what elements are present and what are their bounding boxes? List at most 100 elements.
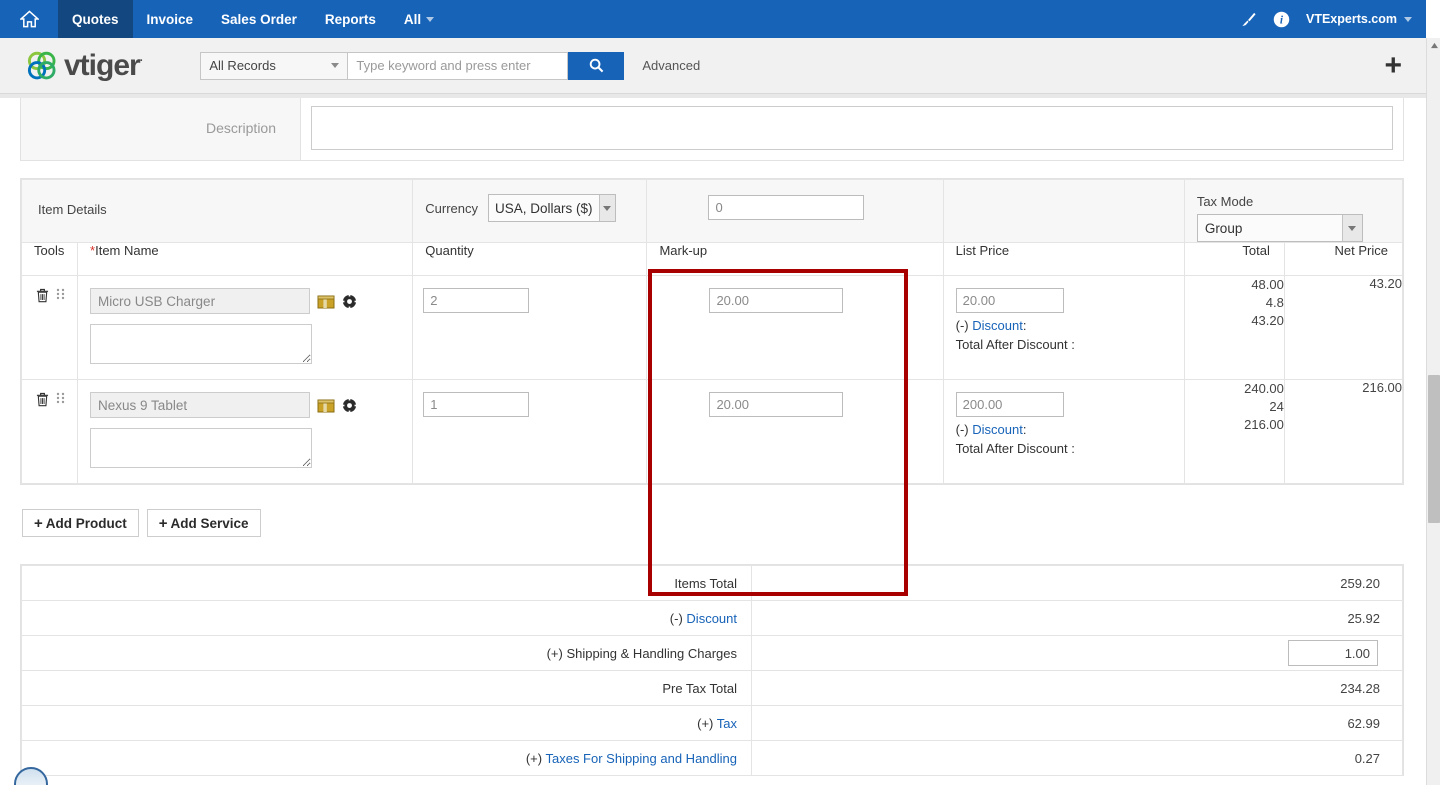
add-line-item-buttons: +Add Product +Add Service (22, 509, 261, 537)
summary-label-cell: (+) Tax (22, 706, 752, 741)
plus-icon: + (34, 515, 43, 532)
discount-sign: (-) (956, 318, 969, 333)
quantity-input[interactable] (423, 392, 529, 417)
currency-cell: Currency USA, Dollars ($) (413, 180, 647, 243)
row-total-cell: 48.00 4.8 43.20 (1184, 276, 1284, 380)
vtiger-logo[interactable]: vtiger· (26, 51, 142, 81)
trash-icon[interactable] (36, 392, 49, 410)
scroll-up-arrow-icon[interactable] (1427, 38, 1440, 52)
discount-link[interactable]: Discount (686, 611, 737, 626)
description-label: Description (21, 96, 301, 160)
row-discount-line: (-) Discount: (956, 318, 1184, 333)
top-navigation-bar: Quotes Invoice Sales Order Reports All i… (0, 0, 1426, 38)
shipping-handling-input[interactable] (1288, 640, 1378, 666)
search-button[interactable] (568, 52, 624, 80)
row-list-price-cell: (-) Discount: Total After Discount : (943, 380, 1184, 484)
summary-row-pre-tax-total: Pre Tax Total 234.28 (22, 671, 1403, 706)
nav-label: Reports (325, 12, 376, 27)
package-icon[interactable] (317, 292, 335, 310)
column-header-net-price: Net Price (1284, 243, 1402, 276)
info-icon[interactable]: i (1273, 11, 1290, 28)
item-comment-textarea[interactable] (90, 324, 312, 364)
row-total-after-discount-value: 216.00 (1185, 416, 1284, 434)
row-total-cell: 240.00 24 216.00 (1184, 380, 1284, 484)
app-header: vtiger· All Records Advanced + (0, 38, 1426, 94)
list-price-input[interactable] (956, 392, 1064, 417)
main-content: Description Details Description Item Det… (0, 94, 1426, 785)
discount-link[interactable]: Discount (972, 318, 1023, 333)
search-input[interactable] (348, 52, 568, 80)
item-comment-textarea[interactable] (90, 428, 312, 468)
column-header-total: Total (1184, 243, 1284, 276)
summary-value: 62.99 (752, 706, 1403, 741)
list-price-input[interactable] (956, 288, 1064, 313)
logo-tm: · (140, 55, 143, 67)
nav-item-quotes[interactable]: Quotes (58, 0, 133, 38)
nav-label: All (404, 12, 421, 27)
drag-handle-icon[interactable] (56, 392, 66, 407)
tax-mode-select[interactable]: Group (1197, 214, 1363, 242)
description-field-cell (301, 96, 1403, 160)
item-name-input[interactable] (90, 288, 310, 314)
nav-item-invoice[interactable]: Invoice (133, 0, 208, 38)
row-tools-cell (22, 380, 78, 484)
add-service-button[interactable]: +Add Service (147, 509, 261, 537)
currency-value: USA, Dollars ($) (489, 201, 599, 216)
search-scope-select[interactable]: All Records (200, 52, 348, 80)
page-scrollbar[interactable] (1426, 38, 1440, 785)
row-quantity-cell (413, 276, 647, 380)
bulk-markup-input[interactable] (708, 195, 864, 220)
add-record-button[interactable]: + (1384, 51, 1402, 81)
row-markup-cell (647, 380, 943, 484)
chevron-down-icon (1342, 215, 1362, 241)
item-details-table: Item Details Currency USA, Dollars ($) (20, 178, 1404, 485)
nav-item-sales-order[interactable]: Sales Order (207, 0, 311, 38)
user-menu[interactable]: VTExperts.com (1306, 12, 1412, 26)
row-net-price-cell: 43.20 (1284, 276, 1402, 380)
summary-value: 259.20 (752, 566, 1403, 601)
nav-label: Sales Order (221, 12, 297, 27)
shipping-taxes-link[interactable]: Taxes For Shipping and Handling (545, 751, 737, 766)
quantity-input[interactable] (423, 288, 529, 313)
nav-label: Quotes (72, 12, 119, 27)
add-product-button[interactable]: +Add Product (22, 509, 139, 537)
column-header-item-name: *Item Name (78, 243, 413, 276)
discount-colon: : (1023, 318, 1027, 333)
gear-icon[interactable] (342, 294, 357, 309)
summary-label-cell: (-) Discount (22, 601, 752, 636)
chevron-down-icon (426, 17, 434, 22)
column-header-quantity: Quantity (413, 243, 647, 276)
row-item-name-cell (78, 276, 413, 380)
home-icon[interactable] (0, 0, 58, 38)
paintbrush-icon[interactable] (1240, 11, 1257, 28)
item-details-toolbar-row: Item Details Currency USA, Dollars ($) (22, 180, 1403, 243)
summary-label-cell: (+) Shipping & Handling Charges (22, 636, 752, 671)
discount-link[interactable]: Discount (972, 422, 1023, 437)
summary-prefix: (+) (526, 751, 542, 766)
description-block: Description (20, 95, 1404, 161)
summary-label: Pre Tax Total (22, 671, 752, 706)
package-icon[interactable] (317, 396, 335, 414)
bulk-markup-cell (647, 180, 943, 243)
user-name: VTExperts.com (1306, 12, 1397, 26)
scrollbar-thumb[interactable] (1428, 375, 1440, 523)
nav-item-all[interactable]: All (390, 0, 448, 38)
item-name-input[interactable] (90, 392, 310, 418)
tax-link[interactable]: Tax (717, 716, 737, 731)
item-details-label: Item Details (22, 180, 413, 243)
markup-input[interactable] (709, 392, 843, 417)
nav-item-reports[interactable]: Reports (311, 0, 390, 38)
gear-icon[interactable] (342, 398, 357, 413)
drag-handle-icon[interactable] (56, 288, 66, 303)
markup-input[interactable] (709, 288, 843, 313)
summary-row-tax: (+) Tax 62.99 (22, 706, 1403, 741)
advanced-search-link[interactable]: Advanced (642, 58, 700, 73)
row-net-price-cell: 216.00 (1284, 380, 1402, 484)
summary-label: Items Total (22, 566, 752, 601)
search-icon (589, 58, 604, 73)
trash-icon[interactable] (36, 288, 49, 306)
inner-scroll-divider (0, 94, 1426, 98)
description-textarea[interactable] (311, 106, 1393, 150)
currency-select[interactable]: USA, Dollars ($) (488, 194, 616, 222)
logo-word: vtiger (64, 49, 140, 82)
